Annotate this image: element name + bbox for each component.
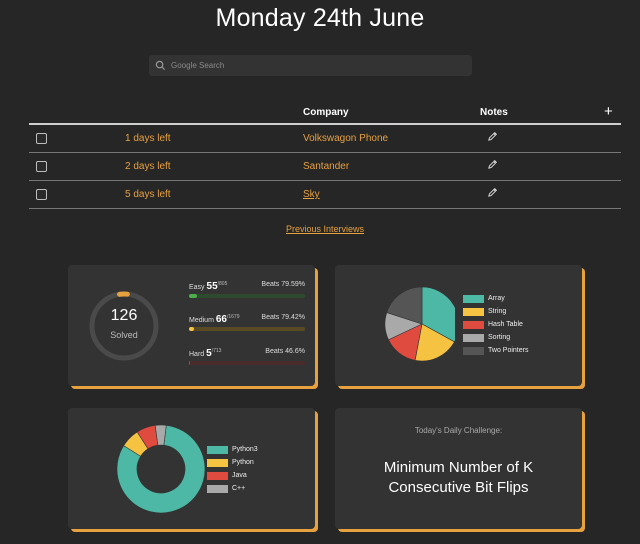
topics-legend-label: String xyxy=(488,308,507,315)
row-checkbox[interactable] xyxy=(36,133,47,144)
topics-legend-swatch xyxy=(463,307,484,316)
medium-bar xyxy=(189,327,305,331)
hard-total: /713 xyxy=(211,348,222,354)
daily-challenge-card[interactable]: Today's Daily Challenge: Minimum Number … xyxy=(335,408,582,529)
search-icon xyxy=(155,60,166,71)
topics-legend-label: Two Pointers xyxy=(488,347,529,354)
languages-legend-swatch xyxy=(207,471,228,480)
easy-beats: Beats 79.59% xyxy=(261,281,305,288)
interviews-table: Company Notes + 1 days left Volkswagon Ph… xyxy=(29,103,621,209)
languages-card: Python3 Python Java C++ xyxy=(68,408,315,529)
languages-legend: Python3 Python Java C++ xyxy=(207,443,258,495)
solved-ring-progress xyxy=(89,291,159,361)
medium-total: /1679 xyxy=(226,314,240,320)
hard-label: Hard xyxy=(189,351,205,358)
page-title: Monday 24th June xyxy=(215,4,425,32)
easy-total: /805 xyxy=(217,281,228,287)
topics-legend-item: Sorting xyxy=(463,331,528,344)
medium-solved: 66 xyxy=(215,314,227,325)
languages-legend-item: Python3 xyxy=(207,443,258,456)
medium-beats: Beats 79.42% xyxy=(261,314,305,321)
solved-ring-track xyxy=(89,291,159,361)
table-row: 1 days left Volkswagon Phone xyxy=(29,125,621,153)
topics-legend-swatch xyxy=(463,320,484,329)
topics-legend-item: Array xyxy=(463,292,528,305)
topics-legend-swatch xyxy=(463,333,484,342)
daily-challenge-label: Today's Daily Challenge: xyxy=(414,426,503,435)
languages-legend-item: Java xyxy=(207,469,258,482)
easy-solved: 55 xyxy=(206,281,218,292)
pencil-icon[interactable] xyxy=(487,159,498,170)
pencil-icon[interactable] xyxy=(487,131,498,142)
medium-bar-fill xyxy=(189,327,194,331)
daily-challenge-title[interactable]: Minimum Number of K Consecutive Bit Flip… xyxy=(345,458,572,498)
table-header: Company Notes + xyxy=(29,103,621,125)
row-checkbox[interactable] xyxy=(36,161,47,172)
search-bar[interactable] xyxy=(149,55,472,76)
days-left: 2 days left xyxy=(125,161,171,172)
easy-label-group: Easy 55/805 xyxy=(189,281,227,292)
solved-label: Solved xyxy=(110,330,138,340)
hard-label-group: Hard 5/713 xyxy=(189,348,221,359)
solved-ring xyxy=(89,291,159,361)
topics-legend-swatch xyxy=(463,294,484,303)
search-input[interactable] xyxy=(171,61,461,70)
topics-legend-label: Hash Table xyxy=(488,321,523,328)
languages-legend-label: Java xyxy=(232,472,247,479)
topics-legend-item: Two Pointers xyxy=(463,344,528,357)
languages-legend-swatch xyxy=(207,484,228,493)
table-row: 5 days left Sky xyxy=(29,181,621,209)
medium-label-group: Medium 66/1679 xyxy=(189,314,240,325)
solved-count: 126 xyxy=(110,307,138,324)
add-row-button[interactable]: + xyxy=(604,103,613,120)
languages-donut-chart xyxy=(116,424,206,514)
easy-bar xyxy=(189,294,305,298)
company-name: Santander xyxy=(303,161,350,172)
company-name[interactable]: Sky xyxy=(303,189,320,200)
topics-legend-item: String xyxy=(463,305,528,318)
topics-legend-label: Array xyxy=(488,295,505,302)
company-name: Volkswagon Phone xyxy=(303,133,389,144)
solved-stats-card: 126 Solved Easy 55/805 Beats 79.59% Medi… xyxy=(68,265,315,386)
easy-label: Easy xyxy=(189,284,205,291)
languages-legend-swatch xyxy=(207,445,228,454)
topics-legend-label: Sorting xyxy=(488,334,511,341)
medium-label: Medium xyxy=(189,317,214,324)
topics-legend: Array String Hash Table Sorting Two Pointers xyxy=(463,292,528,357)
topics-card: Array String Hash Table Sorting Two Pointers xyxy=(335,265,582,386)
column-header-company: Company xyxy=(303,107,349,118)
topics-pie-chart xyxy=(384,286,455,362)
days-left: 5 days left xyxy=(125,189,171,200)
table-row: 2 days left Santander xyxy=(29,153,621,181)
previous-interviews-link[interactable]: Previous Interviews xyxy=(0,224,640,234)
topics-legend-item: Hash Table xyxy=(463,318,528,331)
column-header-notes: Notes xyxy=(480,107,508,118)
days-left: 1 days left xyxy=(125,133,171,144)
pencil-icon[interactable] xyxy=(487,187,498,198)
languages-legend-label: Python xyxy=(232,459,254,466)
languages-legend-item: C++ xyxy=(207,482,258,495)
languages-legend-swatch xyxy=(207,458,228,467)
hard-bar-fill xyxy=(189,361,191,365)
row-checkbox[interactable] xyxy=(36,189,47,200)
hard-beats: Beats 46.6% xyxy=(265,348,305,355)
languages-legend-label: Python3 xyxy=(232,446,258,453)
languages-legend-item: Python xyxy=(207,456,258,469)
topics-legend-swatch xyxy=(463,346,484,355)
languages-legend-label: C++ xyxy=(232,485,246,492)
easy-bar-fill xyxy=(189,294,197,298)
hard-bar xyxy=(189,361,305,365)
